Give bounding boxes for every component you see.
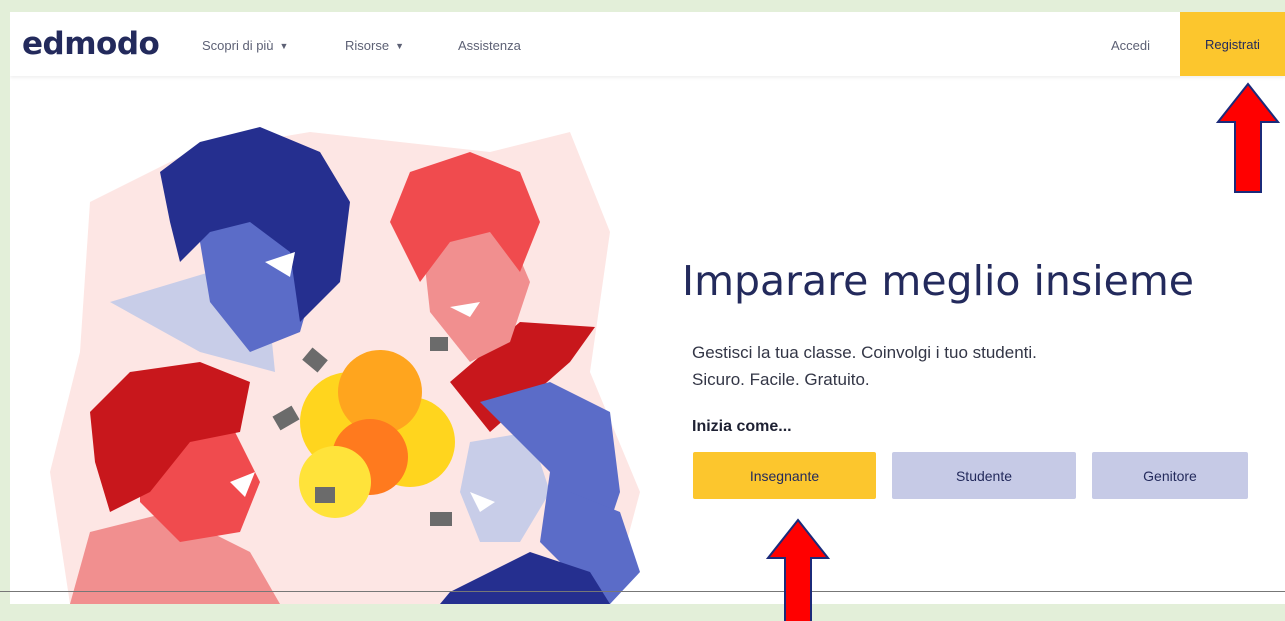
bulb-base-4 xyxy=(430,512,452,526)
bottom-divider xyxy=(0,591,1285,592)
teacher-button[interactable]: Insegnante xyxy=(693,452,876,499)
edmodo-logo[interactable]: edmodo xyxy=(22,26,160,62)
edmodo-page: edmodo Scopri di più ▼ Risorse ▼ Assistenz… xyxy=(10,12,1285,604)
nav-link-risorse[interactable]: Risorse ▼ xyxy=(345,38,404,53)
register-button[interactable]: Registrati xyxy=(1180,12,1285,76)
parent-button[interactable]: Genitore xyxy=(1092,452,1248,499)
register-button-label: Registrati xyxy=(1205,36,1260,52)
signin-link[interactable]: Accedi xyxy=(1111,38,1150,53)
bulb-yellow-3 xyxy=(299,446,371,518)
hero-subtext: Gestisci la tua classe. Coinvolgi i tuo … xyxy=(692,339,1037,393)
hero-headline: Imparare meglio insieme xyxy=(682,257,1194,305)
student-button[interactable]: Studente xyxy=(892,452,1076,499)
parent-button-label: Genitore xyxy=(1143,467,1197,484)
student-button-label: Studente xyxy=(955,467,1013,484)
nav-link-scopri-label: Scopri di più xyxy=(202,38,274,53)
start-as-label: Inizia come... xyxy=(692,418,792,435)
bulb-base-3 xyxy=(430,337,448,351)
chevron-down-icon: ▼ xyxy=(395,41,404,51)
nav-link-scopri[interactable]: Scopri di più ▼ xyxy=(202,38,288,53)
nav-link-assistenza-label: Assistenza xyxy=(458,38,521,53)
teacher-button-label: Insegnante xyxy=(749,467,820,484)
hero-subtext-line1: Gestisci la tua classe. Coinvolgi i tuo … xyxy=(692,343,1037,362)
bulb-base-5 xyxy=(315,487,335,503)
nav-link-assistenza[interactable]: Assistenza xyxy=(458,38,521,53)
hero-subtext-line2: Sicuro. Facile. Gratuito. xyxy=(692,370,870,389)
hero-illustration xyxy=(50,127,640,604)
red-arrow-icon xyxy=(766,518,830,621)
red-arrow-icon xyxy=(1216,82,1280,193)
nav-link-risorse-label: Risorse xyxy=(345,38,390,53)
chevron-down-icon: ▼ xyxy=(279,41,289,51)
top-navbar: edmodo Scopri di più ▼ Risorse ▼ Assistenz… xyxy=(10,12,1285,76)
